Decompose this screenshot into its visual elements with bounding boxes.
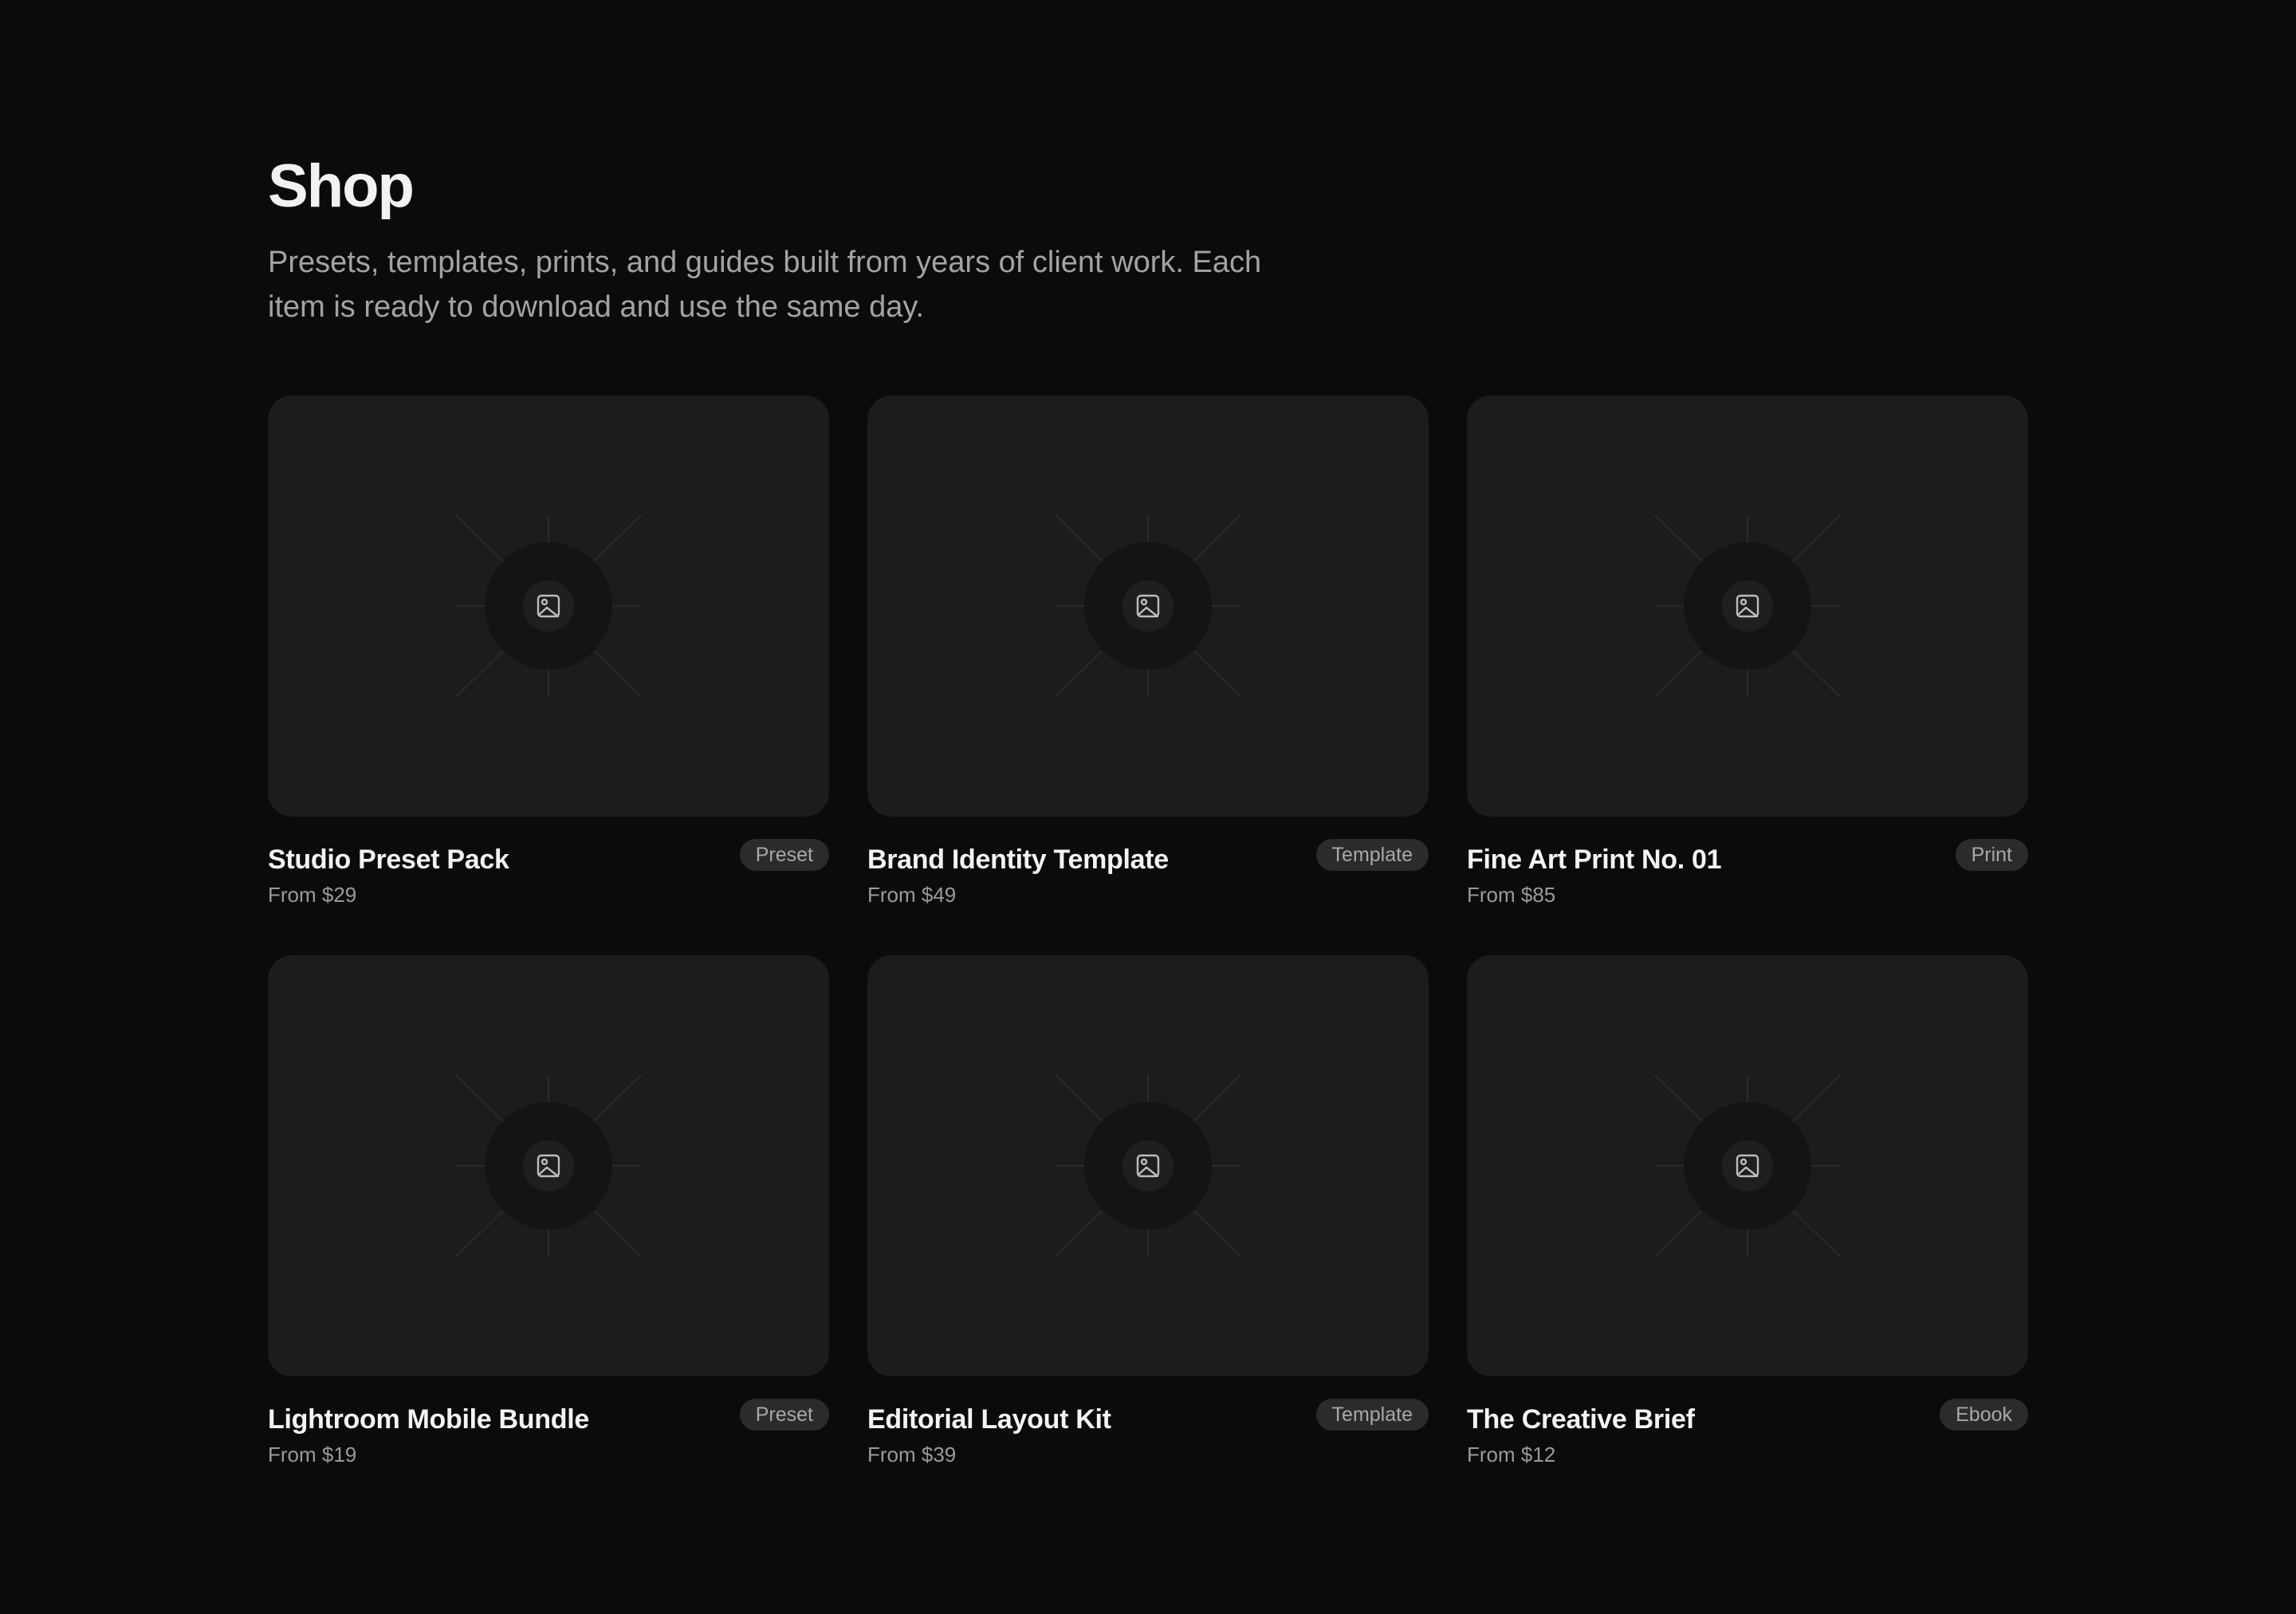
product-category-badge: Ebook bbox=[1940, 1399, 2028, 1431]
product-card[interactable]: Fine Art Print No. 01 From $85 Print bbox=[1467, 396, 2028, 914]
page-intro: Presets, templates, prints, and guides b… bbox=[268, 246, 1262, 325]
product-name[interactable]: Studio Preset Pack bbox=[268, 842, 509, 877]
product-price: From $12 bbox=[1467, 1443, 1556, 1466]
product-image-placeholder[interactable] bbox=[1467, 955, 2028, 1376]
product-meta: Studio Preset Pack From $29 Preset bbox=[268, 839, 829, 914]
product-card[interactable]: Lightroom Mobile Bundle From $19 Preset bbox=[268, 955, 829, 1474]
product-name[interactable]: Brand Identity Template bbox=[867, 842, 1169, 877]
product-image-placeholder[interactable] bbox=[268, 955, 829, 1376]
placeholder-burst bbox=[1055, 514, 1241, 698]
product-meta: Editorial Layout Kit From $39 Template bbox=[867, 1399, 1429, 1474]
placeholder-burst bbox=[1654, 1074, 1841, 1258]
placeholder-burst bbox=[455, 514, 642, 698]
product-price: From $19 bbox=[268, 1443, 357, 1466]
page-title: Shop bbox=[268, 152, 415, 220]
product-name[interactable]: The Creative Brief bbox=[1467, 1402, 1695, 1437]
product-category-badge: Print bbox=[1955, 839, 2028, 871]
product-meta: Lightroom Mobile Bundle From $19 Preset bbox=[268, 1399, 829, 1474]
placeholder-burst bbox=[1654, 514, 1841, 698]
product-price: From $49 bbox=[867, 883, 957, 907]
product-name[interactable]: Fine Art Print No. 01 bbox=[1467, 842, 1722, 877]
product-name[interactable]: Lightroom Mobile Bundle bbox=[268, 1402, 589, 1437]
product-grid: Studio Preset Pack From $29 Preset Brand… bbox=[268, 396, 2028, 1474]
placeholder-burst bbox=[1055, 1074, 1241, 1258]
product-image-placeholder[interactable] bbox=[867, 396, 1429, 817]
product-card[interactable]: Studio Preset Pack From $29 Preset bbox=[268, 396, 829, 914]
product-card[interactable]: Brand Identity Template From $49 Templat… bbox=[867, 396, 1429, 914]
product-card[interactable]: Editorial Layout Kit From $39 Template bbox=[867, 955, 1429, 1474]
product-price: From $29 bbox=[268, 883, 357, 907]
product-image-placeholder[interactable] bbox=[867, 955, 1429, 1376]
product-category-badge: Preset bbox=[739, 1399, 829, 1431]
product-meta: The Creative Brief From $12 Ebook bbox=[1467, 1399, 2028, 1474]
shop-page: Shop Presets, templates, prints, and gui… bbox=[268, 152, 2028, 1466]
product-image-placeholder[interactable] bbox=[1467, 396, 2028, 817]
product-name[interactable]: Editorial Layout Kit bbox=[867, 1402, 1111, 1437]
product-meta: Fine Art Print No. 01 From $85 Print bbox=[1467, 839, 2028, 914]
product-image-placeholder[interactable] bbox=[268, 396, 829, 817]
product-category-badge: Template bbox=[1315, 839, 1429, 871]
placeholder-burst bbox=[455, 1074, 642, 1258]
product-category-badge: Preset bbox=[739, 839, 829, 871]
product-category-badge: Template bbox=[1315, 1399, 1429, 1431]
product-price: From $39 bbox=[867, 1443, 957, 1466]
product-meta: Brand Identity Template From $49 Templat… bbox=[867, 839, 1429, 914]
product-price: From $85 bbox=[1467, 883, 1556, 907]
product-card[interactable]: The Creative Brief From $12 Ebook bbox=[1467, 955, 2028, 1474]
